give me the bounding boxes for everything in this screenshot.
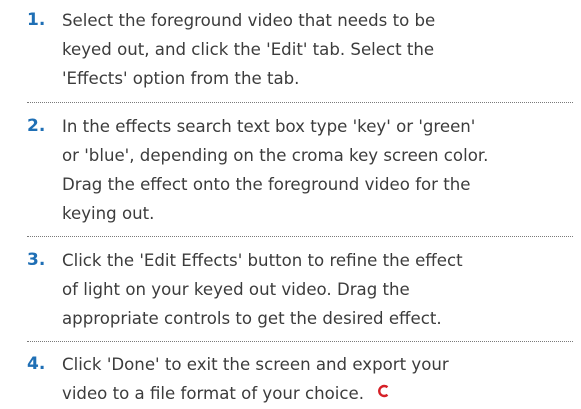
step-text-line: keying out. xyxy=(62,204,155,223)
step-text: Select the foreground video that needs t… xyxy=(62,6,574,93)
step-number: 3. xyxy=(27,250,46,270)
step-text-line-last: video to a file format of your choice. xyxy=(62,379,574,409)
end-of-article-mark-icon xyxy=(376,378,390,407)
step-text-line: 'Effects' option from the tab. xyxy=(62,69,300,88)
step-text-line: keyed out, and click the 'Edit' tab. Sel… xyxy=(62,40,435,59)
step-text: In the effects search text box type 'key… xyxy=(62,112,574,228)
step-text-line: In the effects search text box type 'key… xyxy=(62,117,476,136)
step-text-line: appropriate controls to get the desired … xyxy=(62,309,442,328)
step-text-line: Click the 'Edit Effects' button to refin… xyxy=(62,251,463,270)
step-text: Click 'Done' to exit the screen and expo… xyxy=(62,350,574,409)
step-text-line: Click 'Done' to exit the screen and expo… xyxy=(62,355,449,374)
step-text-line: Drag the effect onto the foreground vide… xyxy=(62,175,471,194)
step-text: Click the 'Edit Effects' button to refin… xyxy=(62,246,574,333)
step-text-line: of light on your keyed out video. Drag t… xyxy=(62,280,410,299)
step-text-line: Select the foreground video that needs t… xyxy=(62,11,436,30)
step-divider xyxy=(27,102,573,103)
step-text-line: or 'blue', depending on the croma key sc… xyxy=(62,146,489,165)
step-divider xyxy=(27,341,573,342)
step-divider xyxy=(27,236,573,237)
step-number: 4. xyxy=(27,354,46,374)
step-number: 2. xyxy=(27,116,46,136)
step-number: 1. xyxy=(27,10,46,30)
step-text-line: video to a file format of your choice. xyxy=(62,384,365,403)
